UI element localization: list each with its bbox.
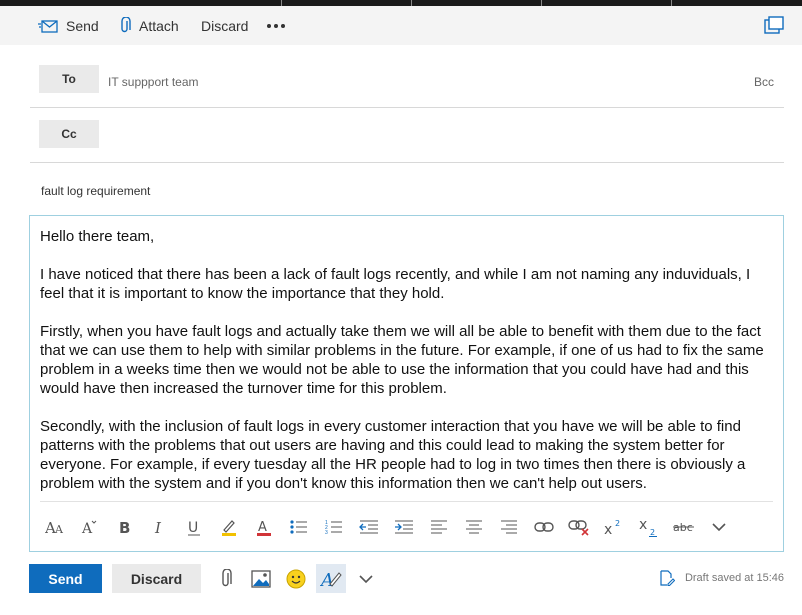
paperclip-icon [222,568,232,586]
align-left-icon[interactable] [426,512,452,542]
chevron-down-icon[interactable] [706,512,732,542]
font-size-icon[interactable]: A [77,512,103,542]
send-toolbar-button[interactable]: Send [38,6,99,45]
align-right-icon[interactable] [496,512,522,542]
align-center-icon[interactable] [461,512,487,542]
more-dots-icon [267,23,285,28]
message-body-text[interactable]: Hello there team, I have noticed that th… [40,227,775,493]
svg-text:A: A [54,523,64,536]
svg-text:A: A [81,521,93,536]
body-paragraph: Secondly, with the inclusion of fault lo… [40,418,746,492]
discard-button[interactable]: Discard [112,564,201,593]
more-actions-button[interactable] [266,6,294,45]
send-button[interactable]: Send [29,564,102,593]
draft-status: Draft saved at 15:46 [659,570,784,586]
popout-window-button[interactable] [764,16,784,39]
attach-toolbar-button[interactable]: Attach [119,6,179,45]
bcc-link[interactable]: Bcc [754,75,774,89]
body-greeting: Hello there team, [40,228,155,245]
picture-icon [251,569,271,588]
numbering-icon[interactable]: 123 [321,512,347,542]
subject-input[interactable]: fault log requirement [41,184,150,198]
font-color-icon[interactable]: A [251,512,277,542]
body-paragraph: I have noticed that there has been a lac… [40,266,751,302]
underline-icon[interactable]: U [181,512,207,542]
popout-icon [764,16,784,34]
strikethrough-icon[interactable]: abc [671,512,697,542]
discard-toolbar-label: Discard [201,17,249,34]
body-paragraph: Firstly, when you have fault logs and ac… [40,323,764,397]
format-text-icon: A [320,570,342,590]
chevron-down-icon [359,574,373,583]
attach-file-button[interactable] [211,564,241,593]
increase-indent-icon[interactable] [391,512,417,542]
insert-picture-button[interactable] [246,564,276,593]
italic-icon[interactable]: I [146,512,172,542]
draft-document-icon [660,570,675,586]
send-icon [38,19,58,33]
subscript-icon[interactable]: x2 [636,512,662,542]
bold-icon[interactable]: B [112,512,138,542]
command-bar: Send Attach Discard [0,6,802,45]
attach-toolbar-label: Attach [139,17,179,34]
svg-text:x: x [604,522,612,536]
cc-row: Cc [30,108,784,163]
draft-status-text: Draft saved at 15:46 [684,572,784,584]
send-toolbar-label: Send [66,17,99,34]
discard-toolbar-button[interactable]: Discard [201,6,248,45]
message-body-editor[interactable]: Hello there team, I have noticed that th… [29,215,784,552]
svg-text:A: A [258,520,267,535]
svg-text:x: x [639,517,647,533]
formatting-toolbar: AA A B I U A 123 x 2 x 2 abc [40,512,775,542]
more-options-button[interactable] [351,564,381,593]
svg-text:I: I [154,519,162,536]
svg-text:2: 2 [615,519,620,528]
svg-text:A: A [320,570,334,590]
superscript-icon[interactable]: x2 [601,512,627,542]
cc-button[interactable]: Cc [39,120,99,148]
format-bar-divider [40,501,773,502]
decrease-indent-icon[interactable] [356,512,382,542]
remove-link-icon[interactable] [566,512,592,542]
svg-text:B: B [119,519,130,536]
svg-text:3: 3 [325,530,328,535]
svg-text:U: U [188,520,198,536]
to-recipient[interactable]: IT suppport team [108,75,199,89]
to-row: To IT suppport team Bcc [30,53,784,108]
emoji-button[interactable] [281,564,311,593]
font-icon[interactable]: AA [42,512,68,542]
bullets-icon[interactable] [286,512,312,542]
svg-text:2: 2 [650,528,655,537]
to-button[interactable]: To [39,65,99,93]
paperclip-icon [121,16,131,32]
highlight-icon[interactable] [216,512,242,542]
formatting-toggle-button[interactable]: A [316,564,346,593]
smiley-icon [286,569,306,588]
insert-link-icon[interactable] [531,512,557,542]
